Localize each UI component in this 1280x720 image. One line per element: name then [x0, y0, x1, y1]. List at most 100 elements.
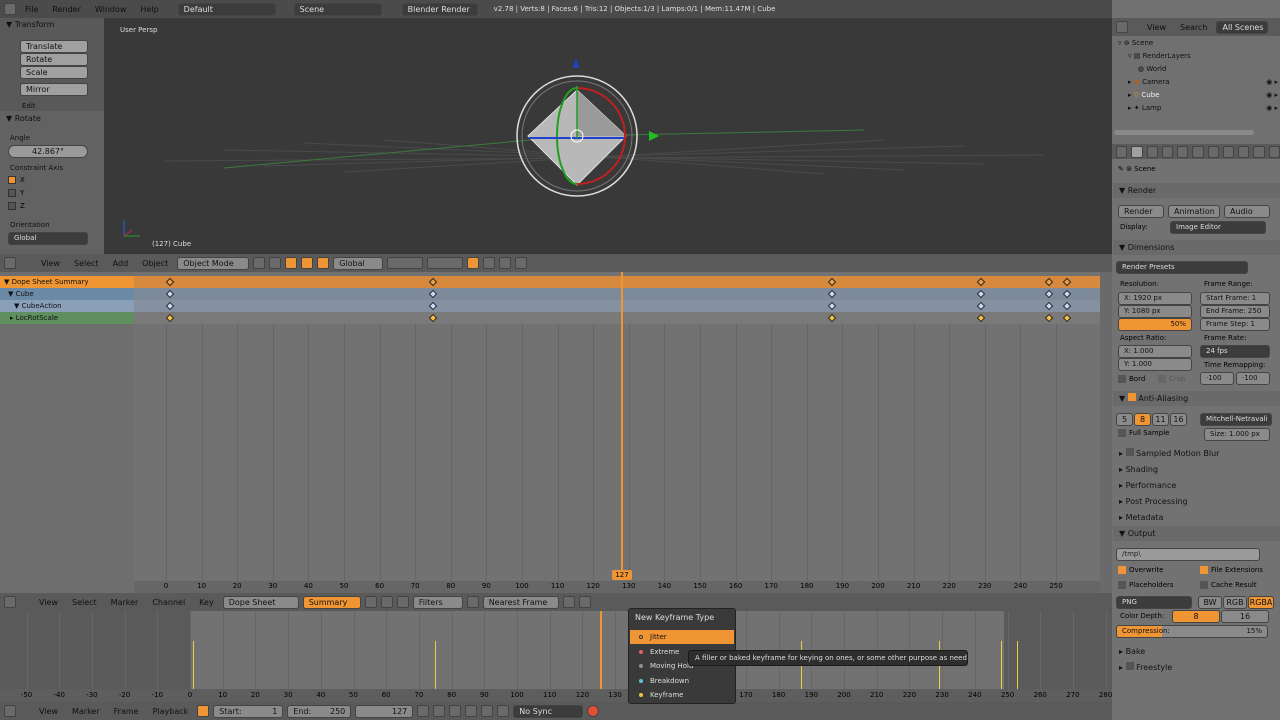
menu-file[interactable]: File — [20, 5, 43, 14]
menu-select[interactable]: Select — [69, 259, 104, 268]
freestyle-panel-header[interactable]: ▸ Freestyle — [1113, 660, 1280, 675]
dopesheet-keyframe-area[interactable]: 127 0 10 20 30 40 50 60 70 80 90 100 110 120 130 140 15… — [134, 272, 1100, 593]
aspect-y-field[interactable]: Y: 1.000 — [1118, 358, 1192, 371]
performance-panel-header[interactable]: ▸ Performance — [1113, 478, 1280, 493]
color-mode-rgba[interactable]: RGBA — [1248, 596, 1274, 609]
summary-toggle[interactable]: Summary — [302, 595, 361, 609]
layers-icon[interactable] — [387, 257, 424, 269]
show-hidden-icon[interactable] — [380, 596, 393, 608]
constraints-tab-icon[interactable] — [1207, 145, 1219, 158]
axis-z-checkbox[interactable]: Z — [8, 202, 25, 210]
data-tab-icon[interactable] — [1238, 145, 1250, 158]
aa-samples-8[interactable]: 8 — [1134, 413, 1151, 426]
end-frame-field[interactable]: End Frame: 250 — [1200, 305, 1270, 318]
menu-marker[interactable]: Marker — [106, 598, 144, 607]
auto-snap-icon[interactable] — [466, 596, 479, 608]
scale-button[interactable]: Scale — [20, 66, 88, 79]
scene-selector[interactable]: Scene — [293, 2, 382, 16]
3d-viewport[interactable]: User Persp (127) Cube — [104, 18, 1112, 254]
compression-slider[interactable]: Compression: 15% — [1116, 625, 1268, 638]
color-mode-rgb[interactable]: RGB — [1223, 596, 1247, 609]
current-frame-line[interactable] — [621, 272, 623, 575]
keyframe-type-keyframe[interactable]: Keyframe — [630, 688, 734, 702]
shading-panel-header[interactable]: ▸ Shading — [1113, 462, 1280, 477]
frame-rate-dropdown[interactable]: 24 fps — [1200, 345, 1270, 358]
start-frame-field[interactable]: Start: 1 — [213, 704, 284, 718]
frame-step-field[interactable]: Frame Step: 1 — [1200, 318, 1270, 331]
filter-size-field[interactable]: Size: 1.000 px — [1204, 428, 1270, 441]
outliner-display-mode[interactable]: All Scenes — [1216, 20, 1269, 34]
play-icon[interactable] — [465, 705, 478, 717]
cache-result-checkbox[interactable]: Cache Result — [1200, 581, 1257, 589]
file-format-dropdown[interactable]: PNG — [1116, 596, 1192, 609]
channel-action[interactable]: ▼ CubeAction — [0, 300, 134, 312]
time-remap-old[interactable]: ·100 — [1200, 372, 1234, 385]
post-processing-panel-header[interactable]: ▸ Post Processing — [1113, 494, 1280, 509]
checkbox-icon[interactable] — [1125, 662, 1134, 670]
menu-channel[interactable]: Channel — [147, 598, 190, 607]
texture-tab-icon[interactable] — [1268, 145, 1280, 158]
motion-blur-panel-header[interactable]: ▸ Sampled Motion Blur — [1113, 446, 1280, 461]
current-frame-field[interactable]: 127 — [355, 704, 414, 718]
outliner-item-renderlayers[interactable]: ▿ ▤ RenderLayers — [1128, 50, 1191, 63]
start-frame-field[interactable]: Start Frame: 1 — [1200, 292, 1270, 305]
mirror-button[interactable]: Mirror — [20, 83, 88, 96]
menu-frame[interactable]: Frame — [109, 707, 144, 716]
only-selected-icon[interactable] — [364, 596, 377, 608]
resolution-y-field[interactable]: Y: 1080 px — [1118, 305, 1192, 318]
mode-dropdown[interactable]: Object Mode — [177, 256, 250, 270]
audio-button[interactable]: Audio — [1224, 205, 1270, 218]
edit-panel-title[interactable]: Edit — [22, 102, 36, 110]
render-engine-selector[interactable]: Blender Render — [401, 2, 478, 16]
editor-type-icon[interactable] — [4, 705, 16, 717]
snap-mode-dropdown[interactable]: Nearest Frame — [482, 595, 559, 609]
axis-x-checkbox[interactable]: X — [8, 176, 25, 184]
errors-icon[interactable] — [396, 596, 409, 608]
color-depth-8[interactable]: 8 — [1172, 610, 1220, 623]
keyframe-type-breakdown[interactable]: Breakdown — [630, 674, 734, 688]
editor-type-icon[interactable] — [1116, 21, 1128, 33]
full-sample-checkbox[interactable]: Full Sample — [1118, 429, 1169, 437]
keyframe-type-jitter[interactable]: Jitter — [630, 630, 734, 644]
channel-cube[interactable]: ▼ Cube — [0, 288, 134, 300]
pin-icon[interactable]: ✎ — [1118, 165, 1124, 173]
visibility-eye-icon[interactable]: ◉ ▸ — [1266, 102, 1278, 115]
copy-keys-icon[interactable] — [562, 596, 575, 608]
color-mode-bw[interactable]: BW — [1198, 596, 1222, 609]
scene-tab-icon[interactable] — [1161, 145, 1174, 158]
channel-summary[interactable]: ▼ Dope Sheet Summary — [0, 276, 134, 288]
outliner-view-menu[interactable]: View — [1142, 23, 1171, 32]
editor-type-icon[interactable] — [1116, 145, 1128, 158]
outliner-item-world[interactable]: ◍ World — [1138, 63, 1166, 76]
proportional-edit-icon[interactable] — [499, 257, 512, 269]
overwrite-checkbox[interactable]: Overwrite — [1118, 566, 1163, 574]
editor-mode-dropdown[interactable]: Dope Sheet — [222, 595, 299, 609]
aa-samples-16[interactable]: 16 — [1170, 413, 1187, 426]
dopesheet-ruler[interactable]: 0 10 20 30 40 50 60 70 80 90 100 110 120 130 140 150 160… — [134, 581, 1100, 593]
menu-window[interactable]: Window — [90, 5, 132, 14]
menu-select[interactable]: Select — [67, 598, 102, 607]
paste-keys-icon[interactable] — [578, 596, 591, 608]
render-panel-header[interactable]: ▼ Render — [1113, 183, 1280, 198]
next-keyframe-icon[interactable] — [481, 705, 494, 717]
checkbox-icon[interactable] — [1125, 448, 1134, 456]
dopesheet-scrollbar[interactable] — [1100, 272, 1112, 593]
menu-view[interactable]: View — [34, 598, 63, 607]
metadata-panel-header[interactable]: ▸ Metadata — [1113, 510, 1280, 525]
material-tab-icon[interactable] — [1253, 145, 1265, 158]
outliner-search-menu[interactable]: Search — [1175, 23, 1212, 32]
render-icon[interactable] — [515, 257, 528, 269]
output-path-field[interactable]: /tmp\ — [1116, 548, 1260, 561]
snap-icon[interactable] — [483, 257, 496, 269]
layout-selector[interactable]: Default — [177, 2, 276, 16]
filters-button[interactable]: Filters — [412, 595, 463, 609]
outliner-item-scene[interactable]: ▿ ⊚ Scene — [1118, 37, 1153, 50]
orientation-dropdown[interactable]: Global — [8, 232, 88, 245]
blender-icon[interactable] — [4, 3, 16, 15]
aa-samples-11[interactable]: 11 — [1152, 413, 1169, 426]
timeline-current-frame[interactable] — [600, 611, 602, 699]
outliner-item-camera[interactable]: ▸ ◉ Camera ◉ ▸ — [1128, 76, 1278, 89]
border-checkbox[interactable]: Bord — [1118, 375, 1145, 383]
anti-aliasing-panel-header[interactable]: ▼ Anti-Aliasing — [1113, 391, 1280, 406]
editor-type-icon[interactable] — [4, 596, 16, 608]
